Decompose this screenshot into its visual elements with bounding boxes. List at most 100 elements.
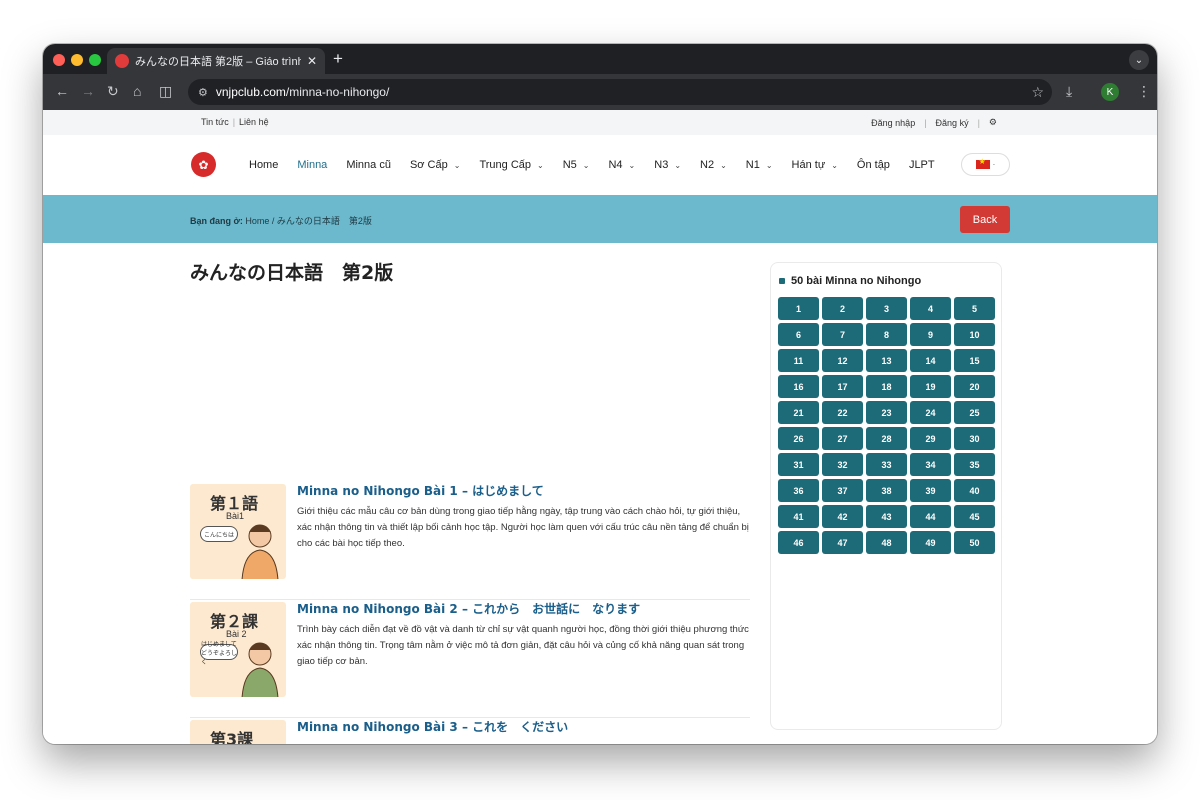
top-info-bar: Tin tức | Liên hệ Đăng nhập | Đăng ký | ⚙ <box>43 110 1157 135</box>
site-settings-icon[interactable]: ⚙ <box>198 86 208 99</box>
lesson-number-button[interactable]: 19 <box>910 375 951 398</box>
lesson-number-button[interactable]: 48 <box>866 531 907 554</box>
lesson-number-button[interactable]: 13 <box>866 349 907 372</box>
lesson-number-button[interactable]: 14 <box>910 349 951 372</box>
lesson-number-button[interactable]: 35 <box>954 453 995 476</box>
lesson-number-button[interactable]: 9 <box>910 323 951 346</box>
lesson-number-button[interactable]: 6 <box>778 323 819 346</box>
new-tab-button[interactable]: + <box>333 49 343 69</box>
language-selector[interactable]: · <box>961 153 1010 176</box>
nav-item[interactable]: JLPT <box>909 159 935 171</box>
nav-item[interactable]: Trung Cấp ⌄ <box>479 159 543 171</box>
lesson-number-button[interactable]: 23 <box>866 401 907 424</box>
lesson-number-button[interactable]: 24 <box>910 401 951 424</box>
lesson-number-button[interactable]: 4 <box>910 297 951 320</box>
lesson-number-button[interactable]: 45 <box>954 505 995 528</box>
nav-item-label: N3 <box>654 159 669 171</box>
nav-item[interactable]: Sơ Cấp ⌄ <box>410 159 461 171</box>
nav-item[interactable]: Hán tự ⌄ <box>792 159 838 171</box>
lesson-number-button[interactable]: 16 <box>778 375 819 398</box>
lesson-number-button[interactable]: 22 <box>822 401 863 424</box>
lesson-number-button[interactable]: 31 <box>778 453 819 476</box>
nav-item[interactable]: Home <box>249 159 278 171</box>
login-link[interactable]: Đăng nhập <box>871 118 915 128</box>
lesson-number-button[interactable]: 40 <box>954 479 995 502</box>
lesson-number-button[interactable]: 33 <box>866 453 907 476</box>
lesson-number-button[interactable]: 17 <box>822 375 863 398</box>
lesson-number-button[interactable]: 50 <box>954 531 995 554</box>
lesson-number-button[interactable]: 28 <box>866 427 907 450</box>
lesson-number-button[interactable]: 18 <box>866 375 907 398</box>
nav-item-label: N1 <box>745 159 760 171</box>
site-logo[interactable]: ✿ <box>191 152 216 177</box>
lesson-number-button[interactable]: 42 <box>822 505 863 528</box>
lesson-number-button[interactable]: 46 <box>778 531 819 554</box>
maximize-window-button[interactable] <box>89 54 101 66</box>
lesson-number-button[interactable]: 8 <box>866 323 907 346</box>
lesson-number-button[interactable]: 20 <box>954 375 995 398</box>
lesson-title-link[interactable]: Minna no Nihongo Bài 3 – これを ください <box>297 718 752 735</box>
browser-tab[interactable]: みんなの日本語 第2版 – Giáo trình ✕ <box>107 48 325 74</box>
lesson-number-button[interactable]: 39 <box>910 479 951 502</box>
nav-item[interactable]: N3 ⌄ <box>654 159 681 171</box>
settings-gear-icon[interactable]: ⚙ <box>989 117 997 128</box>
home-icon[interactable]: ⌂ <box>133 83 141 99</box>
lesson-number-button[interactable]: 49 <box>910 531 951 554</box>
lesson-number-button[interactable]: 29 <box>910 427 951 450</box>
lesson-number-button[interactable]: 43 <box>866 505 907 528</box>
minimize-window-button[interactable] <box>71 54 83 66</box>
lesson-number-button[interactable]: 1 <box>778 297 819 320</box>
lesson-thumbnail[interactable]: 第3課 <box>190 720 286 744</box>
browser-menu-icon[interactable]: ⋮ <box>1137 83 1151 100</box>
lesson-thumbnail[interactable]: 第２課 Bài 2 はじめまして どうぞよろしく <box>190 602 286 697</box>
news-link[interactable]: Tin tức <box>201 117 229 127</box>
tab-close-icon[interactable]: ✕ <box>307 54 317 68</box>
forward-arrow-icon[interactable]: → <box>81 83 95 99</box>
lesson-number-button[interactable]: 30 <box>954 427 995 450</box>
nav-item[interactable]: N2 ⌄ <box>700 159 727 171</box>
lesson-number-button[interactable]: 37 <box>822 479 863 502</box>
lesson-number-button[interactable]: 38 <box>866 479 907 502</box>
nav-item[interactable]: Minna <box>297 159 327 171</box>
nav-item[interactable]: N1 ⌄ <box>746 159 773 171</box>
lesson-number-button[interactable]: 15 <box>954 349 995 372</box>
lesson-number-button[interactable]: 34 <box>910 453 951 476</box>
lesson-number-button[interactable]: 7 <box>822 323 863 346</box>
nav-item[interactable]: N4 ⌄ <box>608 159 635 171</box>
lesson-number-button[interactable]: 47 <box>822 531 863 554</box>
lesson-title-link[interactable]: Minna no Nihongo Bài 1 – はじめまして <box>297 482 752 499</box>
lesson-number-button[interactable]: 2 <box>822 297 863 320</box>
lesson-number-button[interactable]: 11 <box>778 349 819 372</box>
lesson-number-button[interactable]: 21 <box>778 401 819 424</box>
lesson-number-button[interactable]: 26 <box>778 427 819 450</box>
lesson-number-button[interactable]: 10 <box>954 323 995 346</box>
breadcrumb-path[interactable]: Home / みんなの日本語 第2版 <box>245 216 372 226</box>
register-link[interactable]: Đăng ký <box>936 118 969 128</box>
back-arrow-icon[interactable]: ← <box>55 83 69 99</box>
lesson-number-button[interactable]: 32 <box>822 453 863 476</box>
lesson-number-button[interactable]: 25 <box>954 401 995 424</box>
nav-item[interactable]: N5 ⌄ <box>563 159 590 171</box>
lesson-title-link[interactable]: Minna no Nihongo Bài 2 – これから お世話に なります <box>297 600 752 617</box>
reload-icon[interactable]: ↻ <box>107 83 119 100</box>
lesson-thumbnail[interactable]: 第１語 Bài1 こんにちは <box>190 484 286 579</box>
lesson-number-button[interactable]: 44 <box>910 505 951 528</box>
tab-search-icon[interactable]: ⌄ <box>1129 50 1149 70</box>
close-window-button[interactable] <box>53 54 65 66</box>
back-button[interactable]: Back <box>960 206 1010 233</box>
lesson-number-button[interactable]: 3 <box>866 297 907 320</box>
nav-item[interactable]: Ôn tập <box>857 159 890 171</box>
bookmark-star-icon[interactable]: ☆ <box>1031 84 1044 101</box>
lesson-number-button[interactable]: 41 <box>778 505 819 528</box>
download-icon[interactable]: ⤓ <box>1066 83 1072 100</box>
nav-item[interactable]: Minna cũ <box>346 159 391 171</box>
sidebar-toggle-icon[interactable]: ◫ <box>159 83 172 100</box>
lesson-number-button[interactable]: 36 <box>778 479 819 502</box>
lesson-number-button[interactable]: 12 <box>822 349 863 372</box>
lesson-number-button[interactable]: 27 <box>822 427 863 450</box>
lesson-number-button[interactable]: 5 <box>954 297 995 320</box>
web-page: Tin tức | Liên hệ Đăng nhập | Đăng ký | ⚙ ✿ Ho… <box>43 110 1157 744</box>
contact-link[interactable]: Liên hệ <box>239 117 269 127</box>
profile-avatar[interactable]: K <box>1101 83 1119 101</box>
address-bar[interactable]: ⚙ vnjpclub.com/minna-no-nihongo/ ☆ <box>188 79 1052 105</box>
